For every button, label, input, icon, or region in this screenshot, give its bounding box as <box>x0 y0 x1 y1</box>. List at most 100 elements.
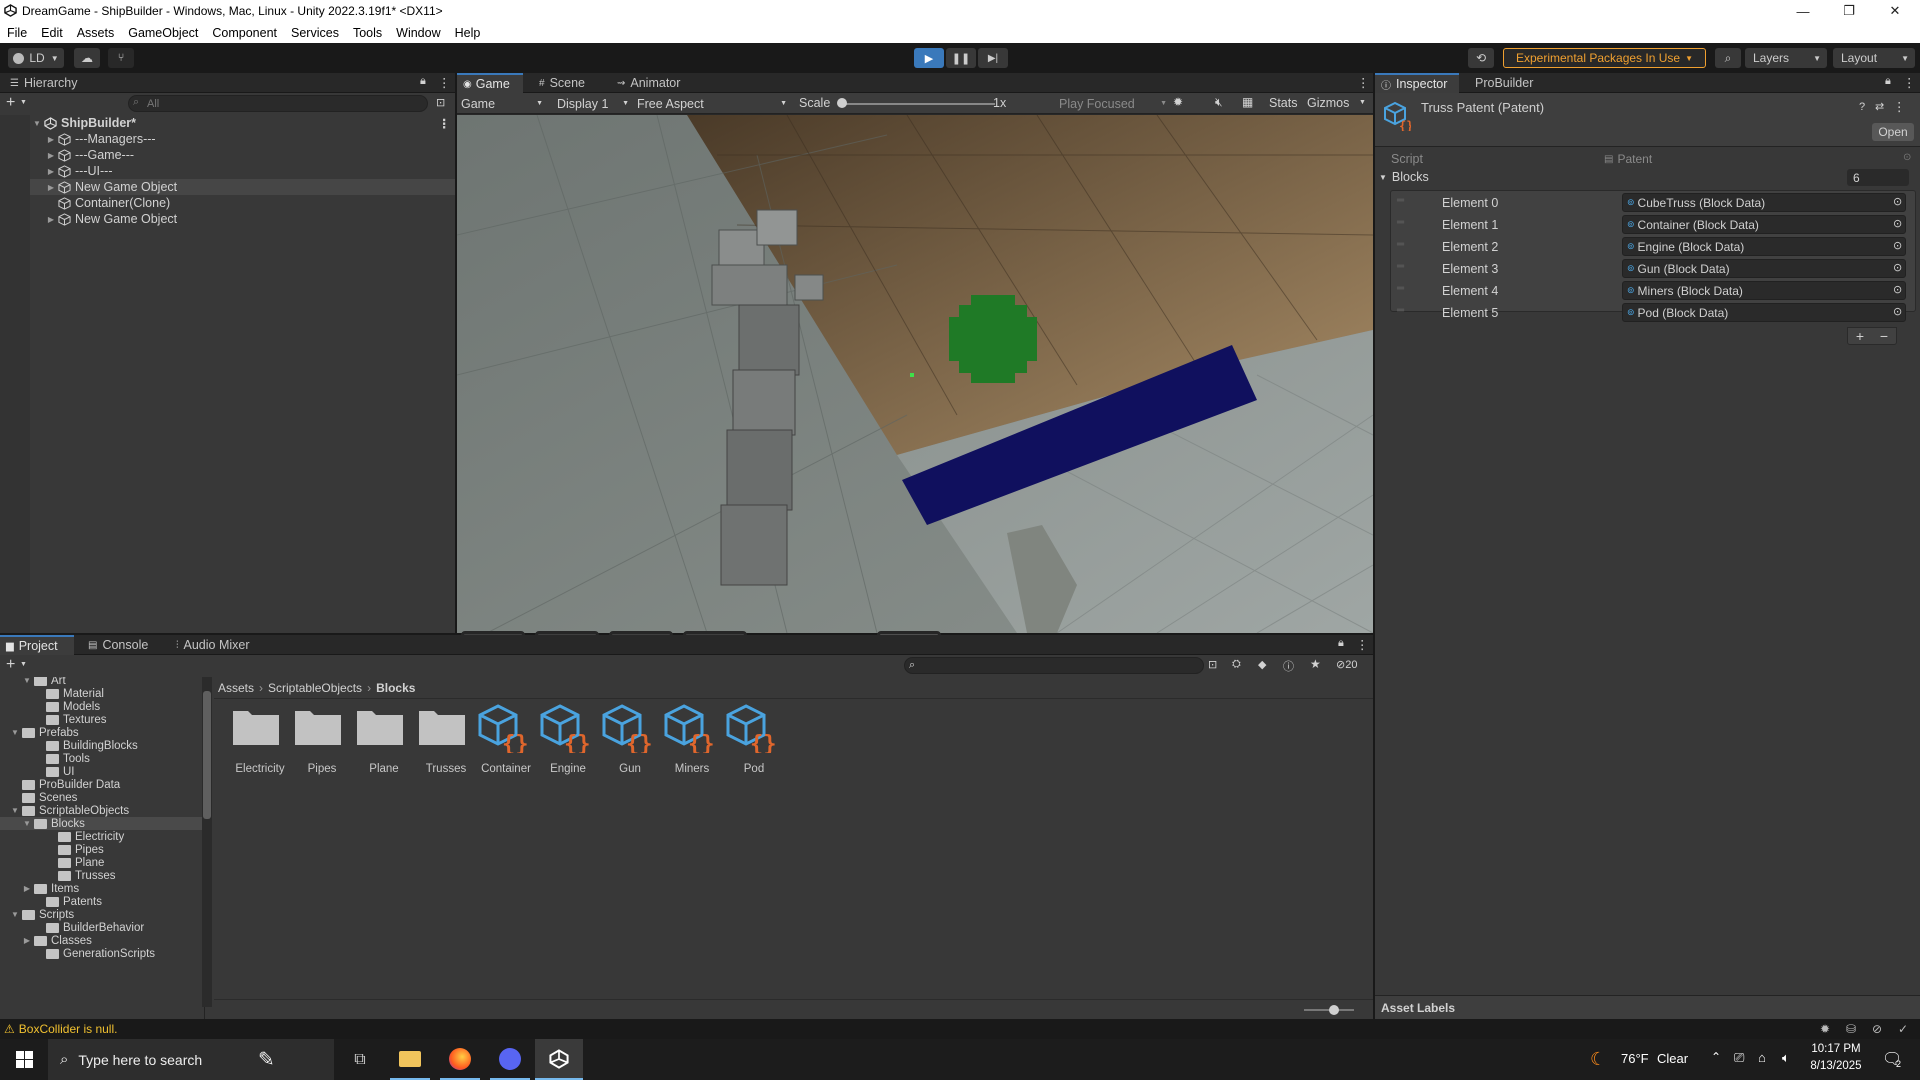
object-picker-icon[interactable]: ⊙ <box>1893 261 1902 274</box>
project-search-input[interactable]: ⌕ <box>904 657 1204 674</box>
project-asset-item[interactable]: {} Container <box>476 703 536 781</box>
lock-icon[interactable]: 🔒︎ <box>420 75 426 88</box>
tree-scrollbar[interactable] <box>202 677 212 1007</box>
project-tree-item[interactable]: Models <box>0 700 202 713</box>
chevron-right-icon[interactable]: ▶ <box>46 167 56 176</box>
chevron-down-icon[interactable]: ▼ <box>10 910 20 919</box>
element-object-field[interactable]: ⊚ Pod (Block Data) <box>1622 303 1906 322</box>
firefox-icon[interactable] <box>440 1039 480 1080</box>
favorites-star-icon[interactable]: ★ <box>1310 657 1321 671</box>
lock-icon[interactable]: 🔒︎ <box>1885 75 1891 88</box>
tab-inspector[interactable]: ⓘ Inspector <box>1375 73 1459 93</box>
file-explorer-icon[interactable] <box>390 1039 430 1080</box>
breadcrumb-scriptableobjects[interactable]: ScriptableObjects <box>268 681 362 695</box>
scale-slider-thumb[interactable] <box>837 98 847 108</box>
help-icon[interactable]: ? <box>1859 101 1865 113</box>
chevron-right-icon[interactable]: ▶ <box>22 936 32 945</box>
scene-row[interactable]: ▼ ShipBuilder* ⋮ <box>32 115 455 131</box>
tab-audio-mixer[interactable]: ⫶ Audio Mixer <box>176 635 250 655</box>
asset-labels-bar[interactable]: Asset Labels <box>1375 995 1920 1019</box>
add-icon[interactable]: + <box>6 656 15 674</box>
pause-button[interactable]: ❚❚ <box>946 48 976 68</box>
drag-handle-icon[interactable]: ═ <box>1397 261 1404 272</box>
project-tree-item[interactable]: ▼ Scripts <box>0 908 202 921</box>
chevron-down-icon[interactable]: ▼ <box>10 728 20 737</box>
menu-assets[interactable]: Assets <box>77 26 115 40</box>
search-button[interactable]: ⌕ <box>1715 48 1741 68</box>
object-picker-icon[interactable]: ⊙ <box>1893 195 1902 208</box>
step-button[interactable]: ▶| <box>978 48 1008 68</box>
menu-services[interactable]: Services <box>291 26 339 40</box>
project-tree-item[interactable]: Tools <box>0 752 202 765</box>
meet-now-icon[interactable]: ⎚ <box>1734 1050 1744 1066</box>
weather-condition[interactable]: Clear <box>1657 1051 1688 1066</box>
play-focused-dropdown[interactable]: Play Focused ▼ <box>1059 95 1171 112</box>
more-menu-icon[interactable]: ⋮ <box>1356 637 1369 652</box>
discord-icon[interactable] <box>490 1039 530 1080</box>
chevron-right-icon[interactable]: ▶ <box>46 215 56 224</box>
open-button[interactable]: Open <box>1872 123 1914 141</box>
chevron-up-icon[interactable]: ⌃ <box>1711 1050 1721 1064</box>
project-tree-item[interactable]: Electricity <box>0 830 202 843</box>
drag-handle-icon[interactable]: ═ <box>1397 239 1404 250</box>
menu-tools[interactable]: Tools <box>353 26 382 40</box>
project-tree-item[interactable]: Patents <box>0 895 202 908</box>
chevron-down-icon[interactable]: ▼ <box>20 661 27 668</box>
blocks-foldout[interactable]: ▼ Blocks <box>1379 167 1914 187</box>
chevron-down-icon[interactable]: ▼ <box>1359 99 1366 106</box>
project-tree-item[interactable]: ▼ Prefabs <box>0 726 202 739</box>
collab-button[interactable]: ⑂ <box>108 48 134 68</box>
hierarchy-search-input[interactable]: ⌕ All <box>128 95 428 112</box>
project-tree-item[interactable]: ▼ ScriptableObjects <box>0 804 202 817</box>
hierarchy-item[interactable]: Container(Clone) <box>58 195 455 211</box>
drag-handle-icon[interactable]: ═ <box>1397 195 1404 206</box>
blocks-size-field[interactable]: 6 <box>1847 169 1909 186</box>
status-message[interactable]: BoxCollider is null. <box>19 1022 118 1036</box>
project-tree-item[interactable]: ProBuilder Data <box>0 778 202 791</box>
start-button[interactable] <box>0 1039 48 1080</box>
experimental-packages-button[interactable]: Experimental Packages In Use ▼ <box>1503 48 1706 68</box>
chevron-right-icon[interactable]: ▶ <box>46 183 56 192</box>
hierarchy-item[interactable]: ▶ ---Managers--- <box>46 131 455 147</box>
object-picker-icon[interactable]: ⊙ <box>1893 305 1902 318</box>
weather-temp[interactable]: 76°F <box>1621 1051 1649 1066</box>
task-view-icon[interactable]: ⧉ <box>340 1039 380 1080</box>
project-tree-item[interactable]: BuildingBlocks <box>0 739 202 752</box>
object-picker-icon[interactable]: ⊙ <box>1893 217 1902 230</box>
project-tree-item[interactable]: Textures <box>0 713 202 726</box>
menu-help[interactable]: Help <box>455 26 481 40</box>
element-object-field[interactable]: ⊚ Miners (Block Data) <box>1622 281 1906 300</box>
display-dropdown[interactable]: Display 1 ▼ <box>551 95 631 112</box>
more-menu-icon[interactable]: ⋮ <box>1357 75 1370 90</box>
chevron-right-icon[interactable]: ▶ <box>22 884 32 893</box>
project-tree-item[interactable]: ▶ Classes <box>0 934 202 947</box>
drag-handle-icon[interactable]: ═ <box>1397 305 1404 316</box>
hierarchy-item[interactable]: ▶ ---UI--- <box>46 163 455 179</box>
tab-console[interactable]: ▤ Console <box>88 635 148 655</box>
project-tree-item[interactable]: Plane <box>0 856 202 869</box>
filter-type-icon[interactable]: ⛭ <box>1232 658 1241 671</box>
game-mode-dropdown[interactable]: Game ▼ <box>461 95 545 112</box>
hierarchy-item[interactable]: ▶ New Game Object <box>46 211 455 227</box>
menu-edit[interactable]: Edit <box>41 26 63 40</box>
project-tree-item[interactable]: UI <box>0 765 202 778</box>
menu-gameobject[interactable]: GameObject <box>128 26 198 40</box>
project-asset-item[interactable]: {} Miners <box>662 703 722 781</box>
breadcrumb-blocks[interactable]: Blocks <box>376 681 415 695</box>
settings-sliders-icon[interactable]: ⇄ <box>1875 100 1884 113</box>
drag-handle-icon[interactable]: ═ <box>1397 217 1404 228</box>
gizmos-button[interactable]: Gizmos <box>1307 96 1349 110</box>
restore-button[interactable]: ❐ <box>1826 0 1872 22</box>
chevron-right-icon[interactable]: ▶ <box>46 135 56 144</box>
add-element-button[interactable]: + <box>1856 328 1864 344</box>
element-object-field[interactable]: ⊚ Gun (Block Data) <box>1622 259 1906 278</box>
project-folder-item[interactable]: Trusses <box>416 703 476 781</box>
network-icon[interactable]: ⌂ <box>1758 1050 1766 1065</box>
project-asset-item[interactable]: {} Gun <box>600 703 660 781</box>
project-folder-item[interactable]: Electricity <box>230 703 290 781</box>
game-viewport[interactable] <box>457 115 1373 633</box>
chevron-down-icon[interactable]: ▼ <box>10 806 20 815</box>
hidden-packages-toggle[interactable]: ⊘20 <box>1336 658 1357 671</box>
search-in-icon[interactable]: ⊡ <box>1208 658 1217 671</box>
breadcrumb-assets[interactable]: Assets <box>218 681 254 695</box>
